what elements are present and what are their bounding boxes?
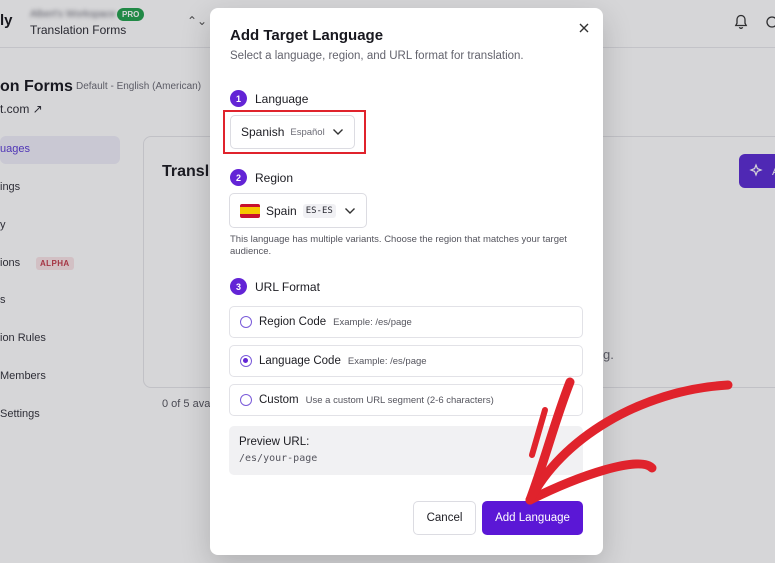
add-language-button[interactable]: Add Language — [482, 501, 583, 535]
radio-region-code[interactable] — [240, 316, 252, 328]
option-label: Custom — [259, 394, 299, 406]
preview-url-box: Preview URL: /es/your-page — [229, 426, 583, 475]
chevron-down-icon — [345, 207, 355, 214]
url-option-language-code[interactable]: Language Code Example: /es/page — [229, 345, 583, 377]
url-option-custom[interactable]: Custom Use a custom URL segment (2-6 cha… — [229, 384, 583, 416]
step-label-language: Language — [255, 92, 309, 106]
option-example: Example: /es/page — [347, 355, 427, 367]
dialog-subtitle: Select a language, region, and URL forma… — [230, 50, 524, 62]
url-option-region-code[interactable]: Region Code Example: /es/page — [229, 306, 583, 338]
annotation-highlight-box — [223, 110, 366, 154]
region-name: Spain — [266, 203, 297, 218]
step-label-url-format: URL Format — [255, 280, 320, 294]
spain-flag-icon — [240, 203, 260, 218]
step-number-2: 2 — [230, 169, 247, 186]
radio-language-code[interactable] — [240, 355, 252, 367]
option-label: Language Code — [259, 355, 341, 367]
add-target-language-dialog: Add Target Language Select a language, r… — [210, 8, 603, 555]
preview-label: Preview URL: — [239, 436, 310, 448]
option-label: Region Code — [259, 316, 327, 328]
option-example: Use a custom URL segment (2-6 characters… — [305, 394, 494, 406]
region-hint: This language has multiple variants. Cho… — [230, 234, 567, 257]
option-example: Example: /es/page — [333, 316, 412, 328]
step-number-1: 1 — [230, 90, 247, 107]
step-number-3: 3 — [230, 278, 247, 295]
dialog-title: Add Target Language — [230, 27, 384, 44]
preview-value: /es/your-page — [239, 453, 318, 464]
radio-custom[interactable] — [240, 394, 252, 406]
step-label-region: Region — [255, 171, 294, 185]
region-code: ES-ES — [302, 203, 336, 218]
close-icon[interactable] — [576, 20, 592, 36]
cancel-button[interactable]: Cancel — [413, 501, 476, 535]
region-select[interactable]: Spain ES-ES — [229, 193, 367, 228]
